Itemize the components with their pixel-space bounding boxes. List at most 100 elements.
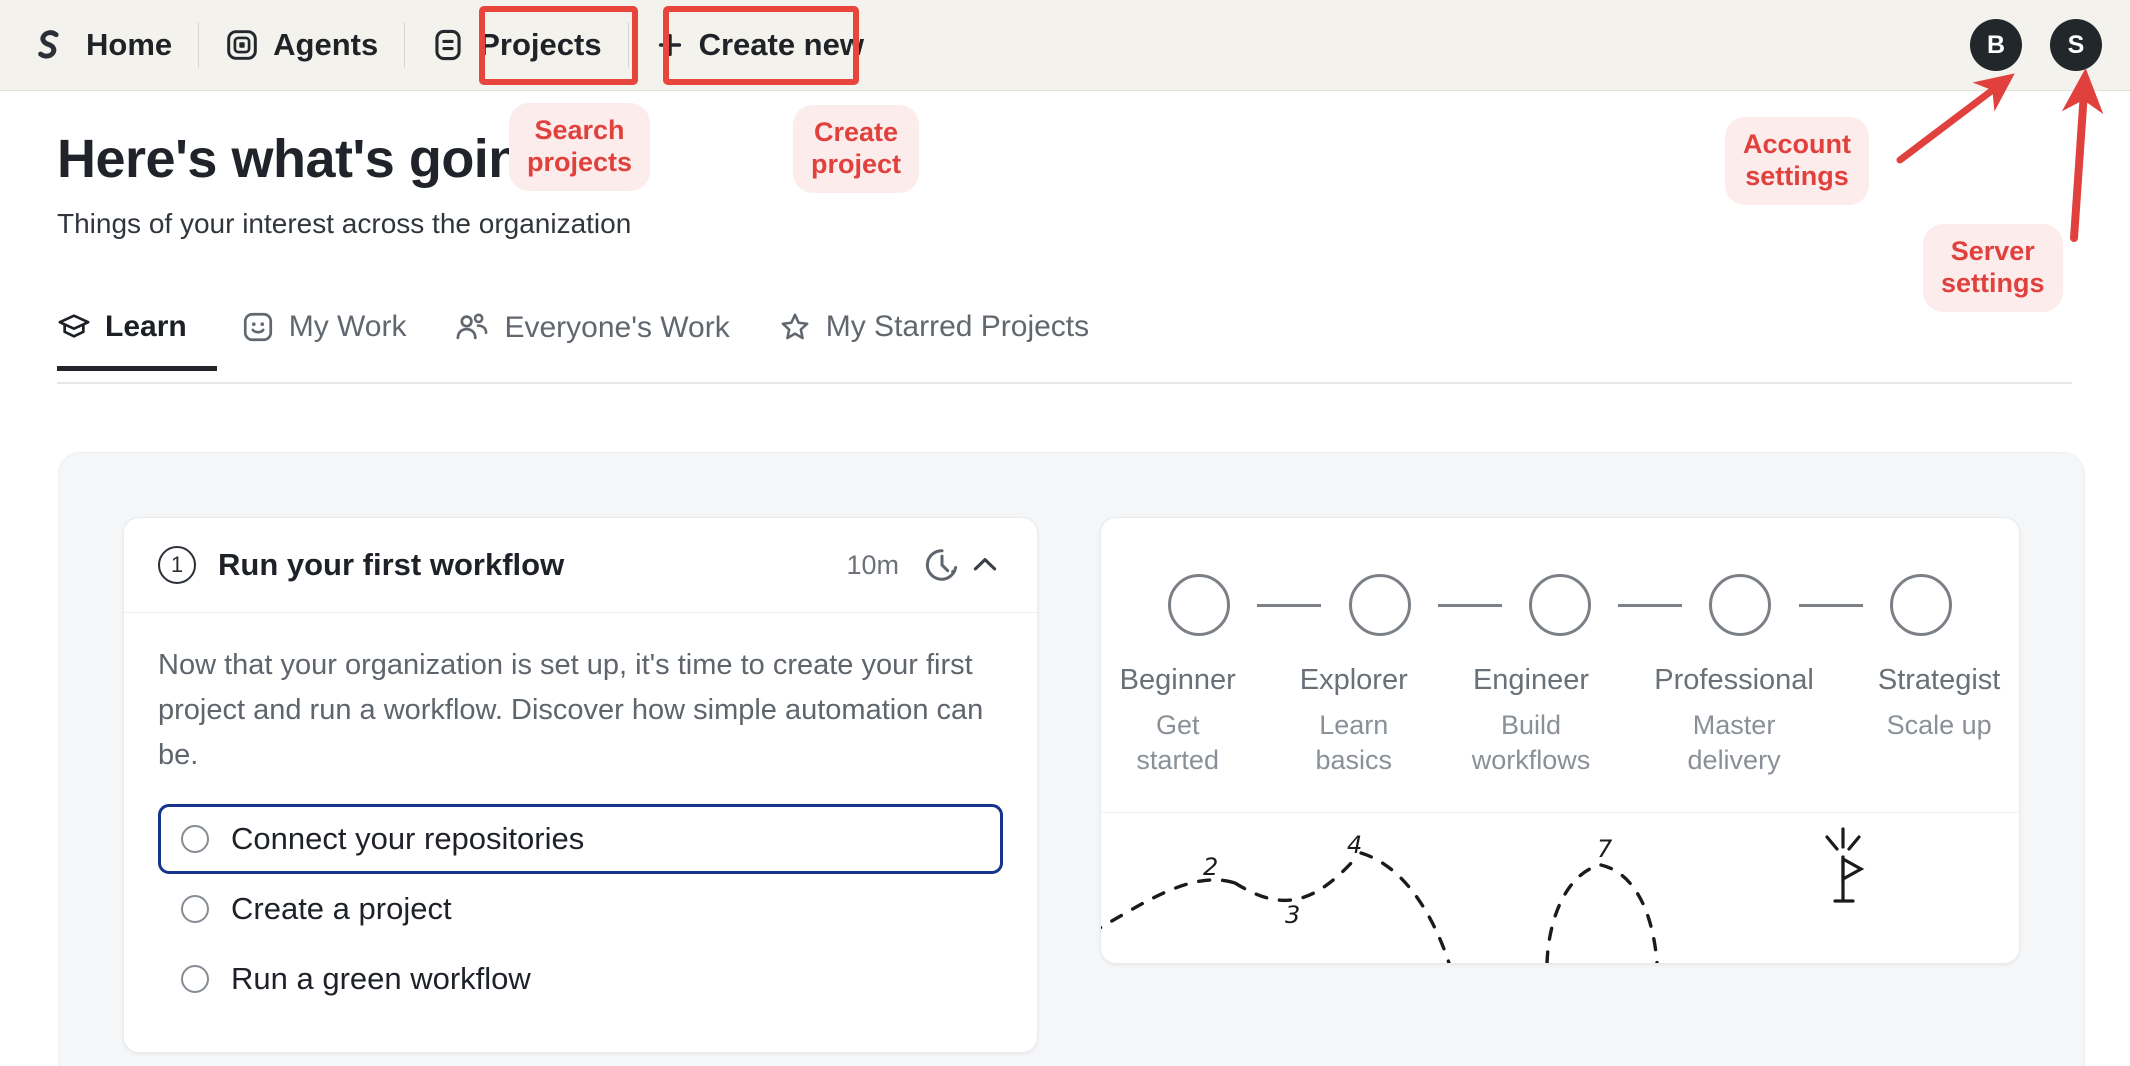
journey-label-beginner: Beginner Get started [1120, 636, 1236, 778]
sketch-label-2: 2 [1203, 853, 1218, 881]
projects-icon [431, 28, 465, 62]
journey-dot-icon [1168, 574, 1231, 636]
nav-item-agents[interactable]: Agents [199, 0, 404, 91]
journey-label-strategist: Strategist Scale up [1878, 636, 2001, 743]
journey-dot-icon [1889, 574, 1952, 636]
journey-label-engineer: Engineer Build workflows [1472, 636, 1591, 778]
task-item-run-green-workflow[interactable]: Run a green workflow [158, 944, 1003, 1014]
task-radio-icon[interactable] [181, 824, 209, 853]
journey-stage-desc: Learn basics [1315, 710, 1393, 776]
journey-connector [1618, 604, 1683, 607]
journey-stage-name: Professional [1654, 664, 1814, 696]
journey-connector [1798, 604, 1863, 607]
page-header: Here's what's going on Things of your in… [57, 128, 633, 240]
chevron-up-icon[interactable] [967, 547, 1003, 583]
sketch-cursor-spark-2 [1825, 835, 1839, 852]
task-radio-icon[interactable] [181, 964, 209, 993]
nav-item-projects-label: Projects [479, 27, 602, 62]
journey-connector [1437, 604, 1502, 607]
avatar-group: B S [1970, 19, 2102, 71]
journey-stage-name: Explorer [1299, 664, 1408, 696]
journey-stage-strategist[interactable] [1863, 574, 1979, 636]
account-avatar-initial: B [1986, 30, 2006, 59]
learn-steps-column: 1 Run your first workflow 10m Now that y… [123, 517, 1038, 1053]
nav-item-agents-label: Agents [273, 27, 379, 62]
journey-stage-professional[interactable] [1682, 574, 1798, 636]
server-avatar[interactable]: S [2050, 19, 2102, 71]
people-icon [454, 310, 490, 346]
primary-nav: Home Agents Projects Create new [0, 0, 890, 91]
journey-stage-desc: Master delivery [1687, 710, 1781, 776]
server-avatar-initial: S [2067, 30, 2085, 59]
journey-stage-name: Strategist [1877, 664, 2001, 696]
journey-label-spacer [1236, 666, 1300, 669]
journey-dot-icon [1529, 574, 1591, 636]
graduation-cap-icon [57, 310, 91, 344]
tab-everyones-work[interactable]: Everyone's Work [430, 310, 753, 368]
learn-step-card-header[interactable]: 1 Run your first workflow 10m [124, 518, 1037, 613]
learn-panel: 1 Run your first workflow 10m Now that y… [58, 452, 2085, 1066]
tab-my-starred-projects[interactable]: My Starred Projects [754, 310, 1113, 366]
task-label: Run a green workflow [231, 960, 531, 996]
journey-label-explorer: Explorer Learn basics [1300, 636, 1408, 778]
task-item-connect-repositories[interactable]: Connect your repositories [158, 803, 1003, 874]
task-label: Create a project [231, 890, 452, 926]
sketch-curve-1 [1101, 878, 1237, 930]
sketch-curve-2 [1233, 859, 1355, 903]
plus-icon [655, 30, 685, 60]
sketch-label-7: 7 [1597, 835, 1613, 863]
star-icon [778, 310, 812, 344]
tab-my-starred-projects-label: My Starred Projects [825, 310, 1090, 343]
app-root: Home Agents Projects Create new B S Here… [0, 0, 2130, 1066]
journey-dot-icon [1709, 574, 1772, 636]
tab-everyones-work-label: Everyone's Work [504, 311, 730, 344]
journey-label-spacer [1590, 666, 1654, 669]
journey-labels-row: Beginner Get started Explorer Learn basi… [1120, 636, 2001, 778]
journey-stage-explorer[interactable] [1321, 574, 1437, 636]
task-label: Connect your repositories [231, 820, 585, 856]
learn-step-description: Now that your organization is set up, it… [158, 649, 984, 771]
journey-column: Beginner Get started Explorer Learn basi… [1100, 517, 2020, 1047]
journey-dot-icon [1348, 574, 1411, 636]
learn-step-card: 1 Run your first workflow 10m Now that y… [123, 517, 1038, 1053]
learn-step-duration: 10m [846, 549, 899, 580]
sketch-cursor-flag [1841, 856, 1865, 883]
sketch-label-3: 3 [1285, 901, 1300, 929]
agents-icon [225, 28, 259, 62]
journey-stage-beginner[interactable] [1141, 574, 1257, 636]
page-subtitle: Things of your interest across the organ… [57, 208, 632, 239]
task-radio-icon[interactable] [181, 894, 209, 923]
top-navigation-bar: Home Agents Projects Create new B S [0, 0, 2130, 91]
nav-item-create-new[interactable]: Create new [629, 0, 890, 91]
nav-item-home[interactable]: Home [0, 0, 198, 91]
sketch-curve-4 [1545, 863, 1603, 964]
learn-step-card-body: Now that your organization is set up, it… [124, 613, 1037, 1052]
journey-dots-row [1141, 574, 1979, 636]
sketch-curve-3 [1359, 851, 1451, 964]
journey-card: Beginner Get started Explorer Learn basi… [1100, 517, 2020, 965]
nav-item-projects[interactable]: Projects [405, 0, 627, 91]
dashed-sketch-svg: 2 3 4 7 [1101, 827, 1865, 964]
annotation-create-project: Create project [793, 105, 920, 193]
clock-icon [923, 546, 961, 584]
annotation-account-settings: Account settings [1725, 117, 1869, 205]
tab-learn[interactable]: Learn [57, 310, 217, 371]
journey-label-spacer [1408, 666, 1472, 669]
journey-stage-engineer[interactable] [1502, 574, 1618, 636]
journey-connector [1257, 604, 1322, 607]
sketch-curve-5 [1599, 863, 1659, 964]
tab-learn-label: Learn [105, 310, 187, 343]
task-item-create-project[interactable]: Create a project [158, 874, 1003, 944]
annotation-server-settings: Server settings [1923, 224, 2063, 312]
nav-item-create-new-label: Create new [698, 27, 864, 62]
sketch-cursor-spark-3 [1847, 835, 1861, 852]
smiley-icon [241, 310, 275, 344]
journey-stage-name: Beginner [1119, 664, 1236, 696]
tab-my-work-label: My Work [288, 310, 407, 343]
journey-progress: Beginner Get started Explorer Learn basi… [1101, 518, 2019, 814]
tab-my-work[interactable]: My Work [217, 310, 431, 366]
journey-label-professional: Professional Master delivery [1654, 636, 1814, 778]
page-title: Here's what's going on [57, 129, 633, 189]
journey-stage-name: Engineer [1472, 664, 1590, 696]
account-avatar[interactable]: B [1970, 19, 2022, 71]
